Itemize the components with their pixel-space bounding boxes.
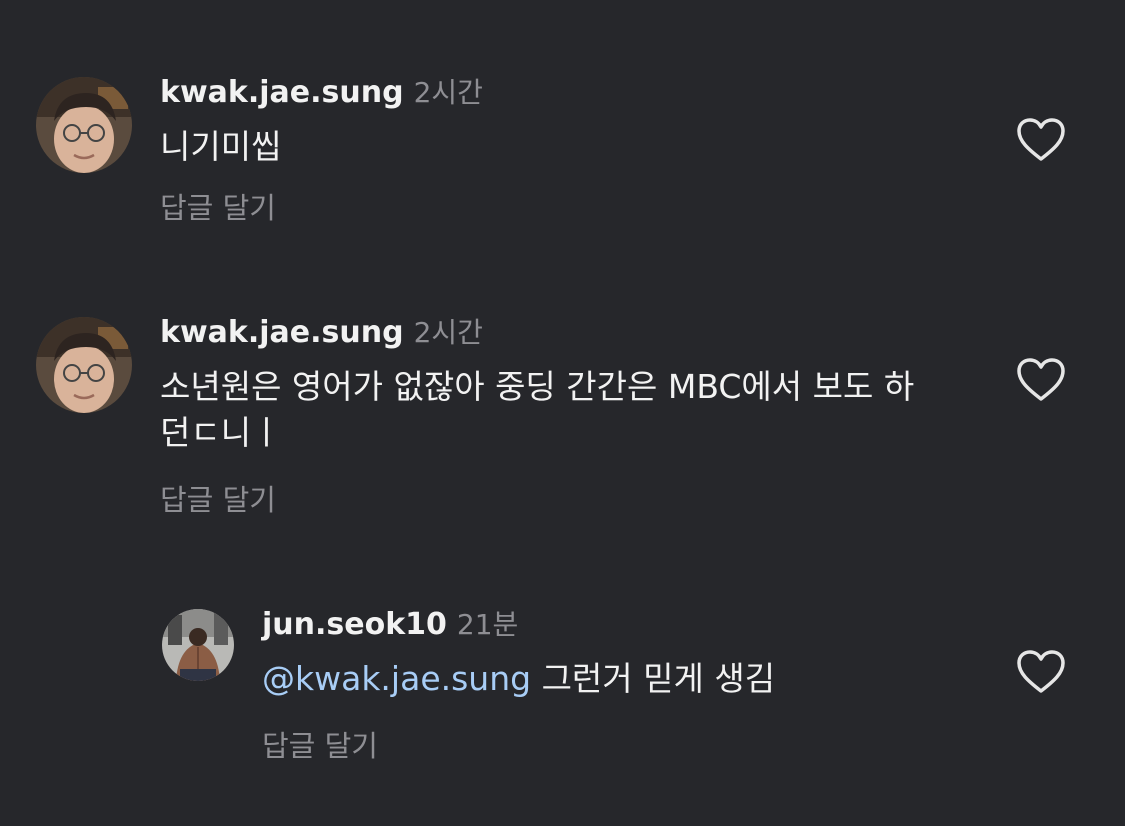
reply-text: @kwak.jae.sung 그런거 믿게 생김 [262, 656, 982, 702]
avatar[interactable] [162, 609, 234, 681]
heart-outline-icon [1017, 650, 1065, 693]
reply-item: jun.seok10 21분 @kwak.jae.sung 그런거 믿게 생김 답… [0, 0, 1125, 790]
like-button[interactable] [1016, 649, 1066, 695]
reply-header: jun.seok10 21분 [262, 605, 518, 649]
reply-button[interactable]: 답글 달기 [262, 726, 378, 766]
reply-username[interactable]: jun.seok10 [262, 607, 447, 642]
mention-link[interactable]: @kwak.jae.sung [262, 659, 531, 698]
avatar-image [162, 609, 234, 681]
reply-message: 그런거 믿게 생김 [531, 659, 776, 698]
reply-time: 21분 [456, 608, 519, 641]
